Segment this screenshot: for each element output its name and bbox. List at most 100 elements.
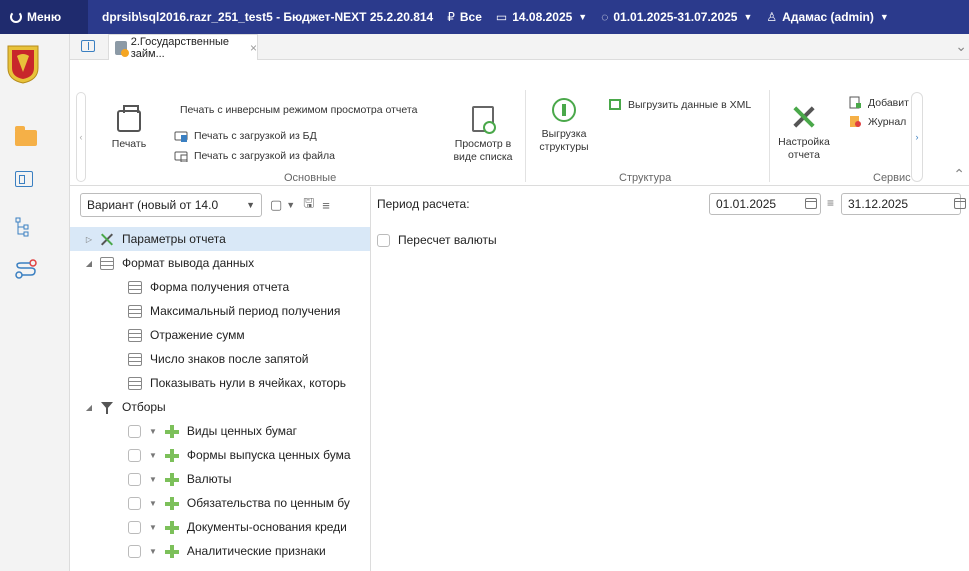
filter-item[interactable]: ▼ Аналитические признаки bbox=[70, 539, 370, 563]
chevron-down-icon: ▼ bbox=[743, 12, 753, 22]
top-bar: Меню dprsib\sql2016.razr_251_test5 - Бюд… bbox=[0, 0, 969, 34]
save-icon[interactable]: 🖫 bbox=[303, 194, 314, 216]
group-main-label: Основные bbox=[284, 172, 337, 184]
ribbon-scroll-left[interactable]: ‹ bbox=[76, 92, 86, 182]
plus-icon bbox=[164, 424, 179, 438]
expand-icon[interactable]: ▷ bbox=[84, 235, 94, 244]
journal-button[interactable]: Журнал bbox=[848, 115, 906, 128]
collapse-icon[interactable]: ◢ bbox=[84, 259, 94, 268]
print-file-button[interactable]: Печать с загрузкой из файла bbox=[174, 149, 335, 162]
xml-icon bbox=[609, 99, 621, 110]
checkbox[interactable] bbox=[128, 448, 141, 462]
tree-item-show-zeros[interactable]: Показывать нули в ячейках, которь bbox=[70, 371, 370, 395]
journal-icon bbox=[850, 116, 861, 127]
chevron-down-icon[interactable]: ▼ bbox=[149, 451, 157, 460]
filter-item[interactable]: ▼ Документы-основания креди bbox=[70, 515, 370, 539]
export-xml-button[interactable]: Выгрузить данные в XML bbox=[608, 98, 751, 111]
filter-item[interactable]: ▼ Валюты bbox=[70, 467, 370, 491]
close-icon[interactable]: × bbox=[250, 41, 257, 55]
chevron-down-icon[interactable]: ⌄ bbox=[955, 38, 967, 55]
date-to-value: 31.12.2025 bbox=[848, 197, 909, 211]
parameters-panel: Период расчета: 01.01.2025 ≡ 31.12.2025 … bbox=[371, 187, 969, 571]
period-label: 01.01.2025-31.07.2025 bbox=[613, 10, 738, 24]
view-list-button[interactable]: Просмотр в виде списка bbox=[448, 106, 518, 164]
chevron-down-icon[interactable]: ▼ bbox=[149, 499, 157, 508]
filter-item[interactable]: ▼ Формы выпуска ценных бума bbox=[70, 443, 370, 467]
user-selector[interactable]: ♙ Адамас (admin) ▼ bbox=[766, 10, 888, 24]
checkbox[interactable] bbox=[128, 544, 141, 558]
report-settings-button[interactable]: Настройка отчета bbox=[776, 104, 832, 162]
calendar-icon[interactable] bbox=[954, 198, 966, 209]
report-settings-label-1: Настройка bbox=[778, 136, 830, 148]
tree-item-output-format[interactable]: ◢ Формат вывода данных bbox=[70, 251, 370, 275]
view-list-label-1: Просмотр в bbox=[454, 138, 512, 150]
checkbox[interactable] bbox=[377, 233, 390, 247]
print-file-label: Печать с загрузкой из файла bbox=[194, 149, 335, 162]
filter-item-label: Аналитические признаки bbox=[186, 544, 326, 558]
list-icon[interactable]: ≡ bbox=[827, 196, 834, 210]
print-button[interactable]: Печать bbox=[104, 105, 154, 151]
settings-tree-panel: Вариант (новый от 14.0 ▼ ▢ ▼ 🖫 ≡ ▷ Парам… bbox=[70, 187, 371, 571]
export-structure-label-1: Выгрузка bbox=[541, 128, 587, 140]
checkbox[interactable] bbox=[128, 520, 141, 534]
table-icon bbox=[128, 328, 142, 342]
route-icon[interactable] bbox=[15, 258, 37, 280]
tab-report[interactable]: 2.Государственные займ... × bbox=[108, 34, 258, 60]
recalc-currency-option[interactable]: Пересчет валюты bbox=[377, 233, 497, 247]
filter-item[interactable]: ▼ Виды ценных бумаг bbox=[70, 419, 370, 443]
tree-item-filters[interactable]: ◢ Отборы bbox=[70, 395, 370, 419]
tools-icon bbox=[100, 233, 114, 246]
plus-icon bbox=[164, 496, 179, 510]
filter-item-label: Обязательства по ценным бу bbox=[186, 496, 350, 510]
print-db-button[interactable]: Печать с загрузкой из БД bbox=[174, 129, 317, 142]
period-selector[interactable]: ◌ 01.01.2025-31.07.2025 ▼ bbox=[601, 10, 752, 24]
print-inverse-button[interactable]: Печать с инверсным режимом просмотра отч… bbox=[180, 104, 417, 116]
tree-item-params[interactable]: ▷ Параметры отчета bbox=[70, 227, 370, 251]
ribbon-scroll-right[interactable]: › bbox=[911, 92, 923, 182]
folder-icon[interactable] bbox=[15, 126, 37, 146]
filter-item[interactable]: ▼ Обязательства по ценным бу bbox=[70, 491, 370, 515]
chevron-down-icon[interactable]: ▼ bbox=[286, 200, 295, 210]
collapse-icon[interactable]: ◢ bbox=[84, 403, 94, 412]
export-structure-button[interactable]: Выгрузка структуры bbox=[534, 98, 594, 154]
dashboard-icon[interactable] bbox=[15, 171, 33, 187]
add-button[interactable]: Добавит bbox=[848, 96, 909, 109]
date-selector[interactable]: ▭ 14.08.2025 ▼ bbox=[496, 10, 587, 24]
checkbox[interactable] bbox=[128, 472, 141, 486]
export-xml-label: Выгрузить данные в XML bbox=[628, 98, 752, 111]
printer-icon bbox=[117, 105, 141, 132]
plus-icon bbox=[164, 472, 179, 486]
tree-item-decimals[interactable]: Число знаков после запятой bbox=[70, 347, 370, 371]
panel-toggle-icon[interactable] bbox=[81, 40, 95, 52]
tree-item-label: Число знаков после запятой bbox=[150, 352, 309, 366]
scope-selector[interactable]: ₽ Все bbox=[447, 10, 482, 24]
date-to-field[interactable]: 31.12.2025 bbox=[841, 193, 961, 215]
sidebar bbox=[0, 34, 70, 571]
chevron-down-icon[interactable]: ▼ bbox=[149, 523, 157, 532]
checkbox[interactable] bbox=[128, 424, 141, 438]
group-structure-label: Структура bbox=[619, 172, 672, 184]
variant-select[interactable]: Вариант (новый от 14.0 ▼ bbox=[80, 193, 262, 217]
chevron-down-icon[interactable]: ▼ bbox=[149, 547, 157, 556]
tree-item-max-period[interactable]: Максимальный период получения bbox=[70, 299, 370, 323]
tree-icon[interactable] bbox=[15, 217, 33, 237]
plus-icon bbox=[164, 448, 179, 462]
chevron-down-icon: ▼ bbox=[879, 12, 889, 22]
group-separator bbox=[525, 90, 526, 182]
export-structure-label-2: структуры bbox=[539, 141, 589, 153]
list-icon[interactable]: ≡ bbox=[322, 198, 330, 213]
journal-label: Журнал bbox=[868, 115, 907, 128]
checkbox[interactable] bbox=[128, 496, 141, 510]
chevron-down-icon[interactable]: ▼ bbox=[149, 427, 157, 436]
collapse-ribbon-icon[interactable]: ⌃ bbox=[953, 166, 965, 183]
calendar-icon[interactable] bbox=[805, 198, 817, 209]
date-label: 14.08.2025 bbox=[512, 10, 573, 24]
scope-label: Все bbox=[459, 10, 482, 24]
tree-item-sums[interactable]: Отражение сумм bbox=[70, 323, 370, 347]
print-label: Печать bbox=[111, 138, 147, 150]
new-document-icon[interactable]: ▢ bbox=[270, 197, 282, 213]
menu-button[interactable]: Меню bbox=[0, 0, 88, 34]
chevron-down-icon[interactable]: ▼ bbox=[149, 475, 157, 484]
add-document-icon bbox=[849, 96, 861, 109]
tree-item-get-form[interactable]: Форма получения отчета bbox=[70, 275, 370, 299]
